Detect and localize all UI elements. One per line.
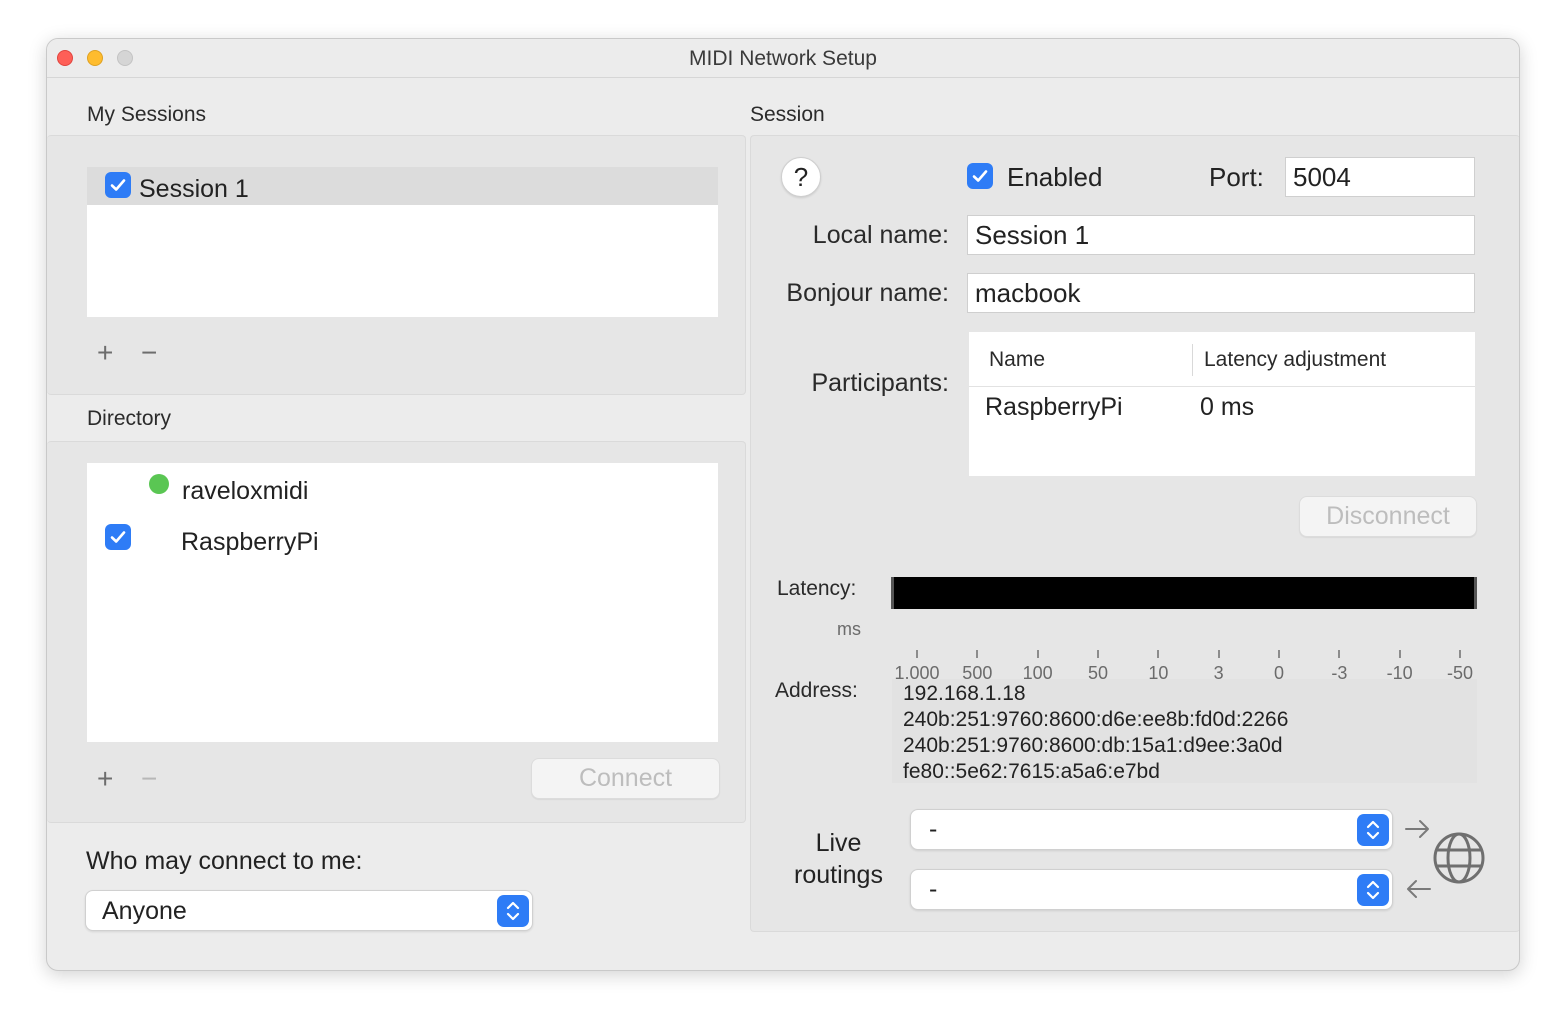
local-name-label: Local name: (812, 221, 949, 249)
column-name-header[interactable]: Name (989, 348, 1045, 372)
address-label: Address: (775, 679, 858, 702)
title-bar: MIDI Network Setup (47, 39, 1519, 78)
session-section-label: Session (750, 103, 825, 126)
latency-label: Latency: (777, 577, 857, 600)
window-title: MIDI Network Setup (689, 47, 877, 70)
add-directory-button[interactable]: + (97, 763, 113, 795)
port-field[interactable]: 5004 (1285, 157, 1475, 197)
who-may-connect-popup[interactable]: Anyone (85, 890, 533, 931)
routing-out-popup[interactable]: - (910, 809, 1393, 850)
address-line: 192.168.1.18 (903, 682, 1026, 705)
column-divider (1192, 344, 1193, 376)
directory-item-raspberrypi[interactable]: RaspberryPi (181, 528, 319, 557)
latency-scale-tick (1097, 650, 1099, 658)
routing-in-value: - (929, 875, 938, 903)
session-name: Session 1 (139, 175, 249, 203)
directory-raspberrypi-checkbox[interactable] (105, 524, 131, 550)
live-routings-label-line1: Live (815, 829, 862, 857)
help-button[interactable]: ? (781, 157, 821, 197)
address-lines: 192.168.1.18 240b:251:9760:8600:d6e:ee8b… (903, 681, 1288, 785)
latency-scale-tick (1278, 650, 1280, 658)
latency-meter (891, 577, 1477, 609)
online-status-dot-icon (149, 474, 169, 494)
live-routings-label-line2: routings (794, 861, 883, 889)
latency-scale-tick (1398, 650, 1401, 658)
checkmark-icon (110, 531, 126, 543)
sessions-list[interactable]: Session 1 (87, 167, 718, 317)
remove-directory-button[interactable]: − (141, 763, 157, 795)
directory-item-raveloxmidi[interactable]: raveloxmidi (182, 477, 308, 506)
bonjour-name-label: Bonjour name: (786, 279, 949, 307)
column-latency-header[interactable]: Latency adjustment (1204, 348, 1386, 372)
address-line: 240b:251:9760:8600:d6e:ee8b:fd0d:2266 (903, 708, 1289, 731)
routing-in-popup[interactable]: - (910, 869, 1393, 910)
latency-scale-tick (1217, 650, 1220, 658)
popup-stepper-icon (1357, 874, 1389, 906)
latency-scale-tick (1459, 650, 1461, 658)
latency-scale-tick (976, 650, 979, 658)
disconnect-button[interactable]: Disconnect (1299, 496, 1477, 537)
who-may-connect-label: Who may connect to me: (86, 847, 363, 875)
add-session-button[interactable]: + (97, 337, 113, 369)
remove-session-button[interactable]: − (141, 337, 157, 369)
connect-button[interactable]: Connect (531, 758, 720, 799)
latency-scale-tick (916, 650, 918, 658)
checkmark-icon (972, 170, 988, 182)
session-enabled-checkbox[interactable] (105, 172, 131, 198)
participants-table[interactable]: Name Latency adjustment RaspberryPi 0 ms (969, 332, 1475, 476)
local-name-field[interactable]: Session 1 (967, 215, 1475, 255)
arrow-right-icon (1405, 820, 1429, 838)
enabled-checkbox[interactable] (967, 163, 993, 189)
directory-label: Directory (87, 407, 172, 430)
participant-latency[interactable]: 0 ms (1200, 393, 1254, 422)
address-line: 240b:251:9760:8600:db:15a1:d9ee:3a0d (903, 734, 1283, 757)
port-label: Port: (1209, 162, 1264, 192)
address-line: fe80::5e62:7615:a5a6:e7bd (903, 760, 1160, 783)
directory-list[interactable]: raveloxmidi RaspberryPi (87, 463, 718, 742)
globe-icon (1433, 832, 1485, 884)
participants-label: Participants: (811, 369, 949, 397)
midi-network-setup-window: MIDI Network Setup My Sessions Session 1… (46, 38, 1520, 971)
participant-name[interactable]: RaspberryPi (985, 393, 1123, 422)
address-box: 192.168.1.18 240b:251:9760:8600:d6e:ee8b… (892, 679, 1477, 783)
popup-stepper-icon (1357, 814, 1389, 846)
routing-out-value: - (929, 815, 938, 843)
participants-header: Name Latency adjustment (969, 332, 1475, 387)
my-sessions-label: My Sessions (87, 103, 207, 126)
who-may-connect-value: Anyone (102, 897, 187, 925)
latency-unit: ms (837, 619, 861, 639)
popup-stepper-icon (497, 895, 529, 927)
arrow-left-icon (1407, 880, 1431, 898)
latency-scale-tick (1036, 650, 1039, 658)
latency-scale-tick (1338, 650, 1341, 658)
bonjour-name-field[interactable]: macbook (967, 273, 1475, 313)
checkmark-icon (110, 179, 126, 191)
live-routings-label: Live routings (782, 827, 895, 891)
latency-scale-tick (1157, 650, 1160, 658)
enabled-label: Enabled (1007, 162, 1103, 192)
